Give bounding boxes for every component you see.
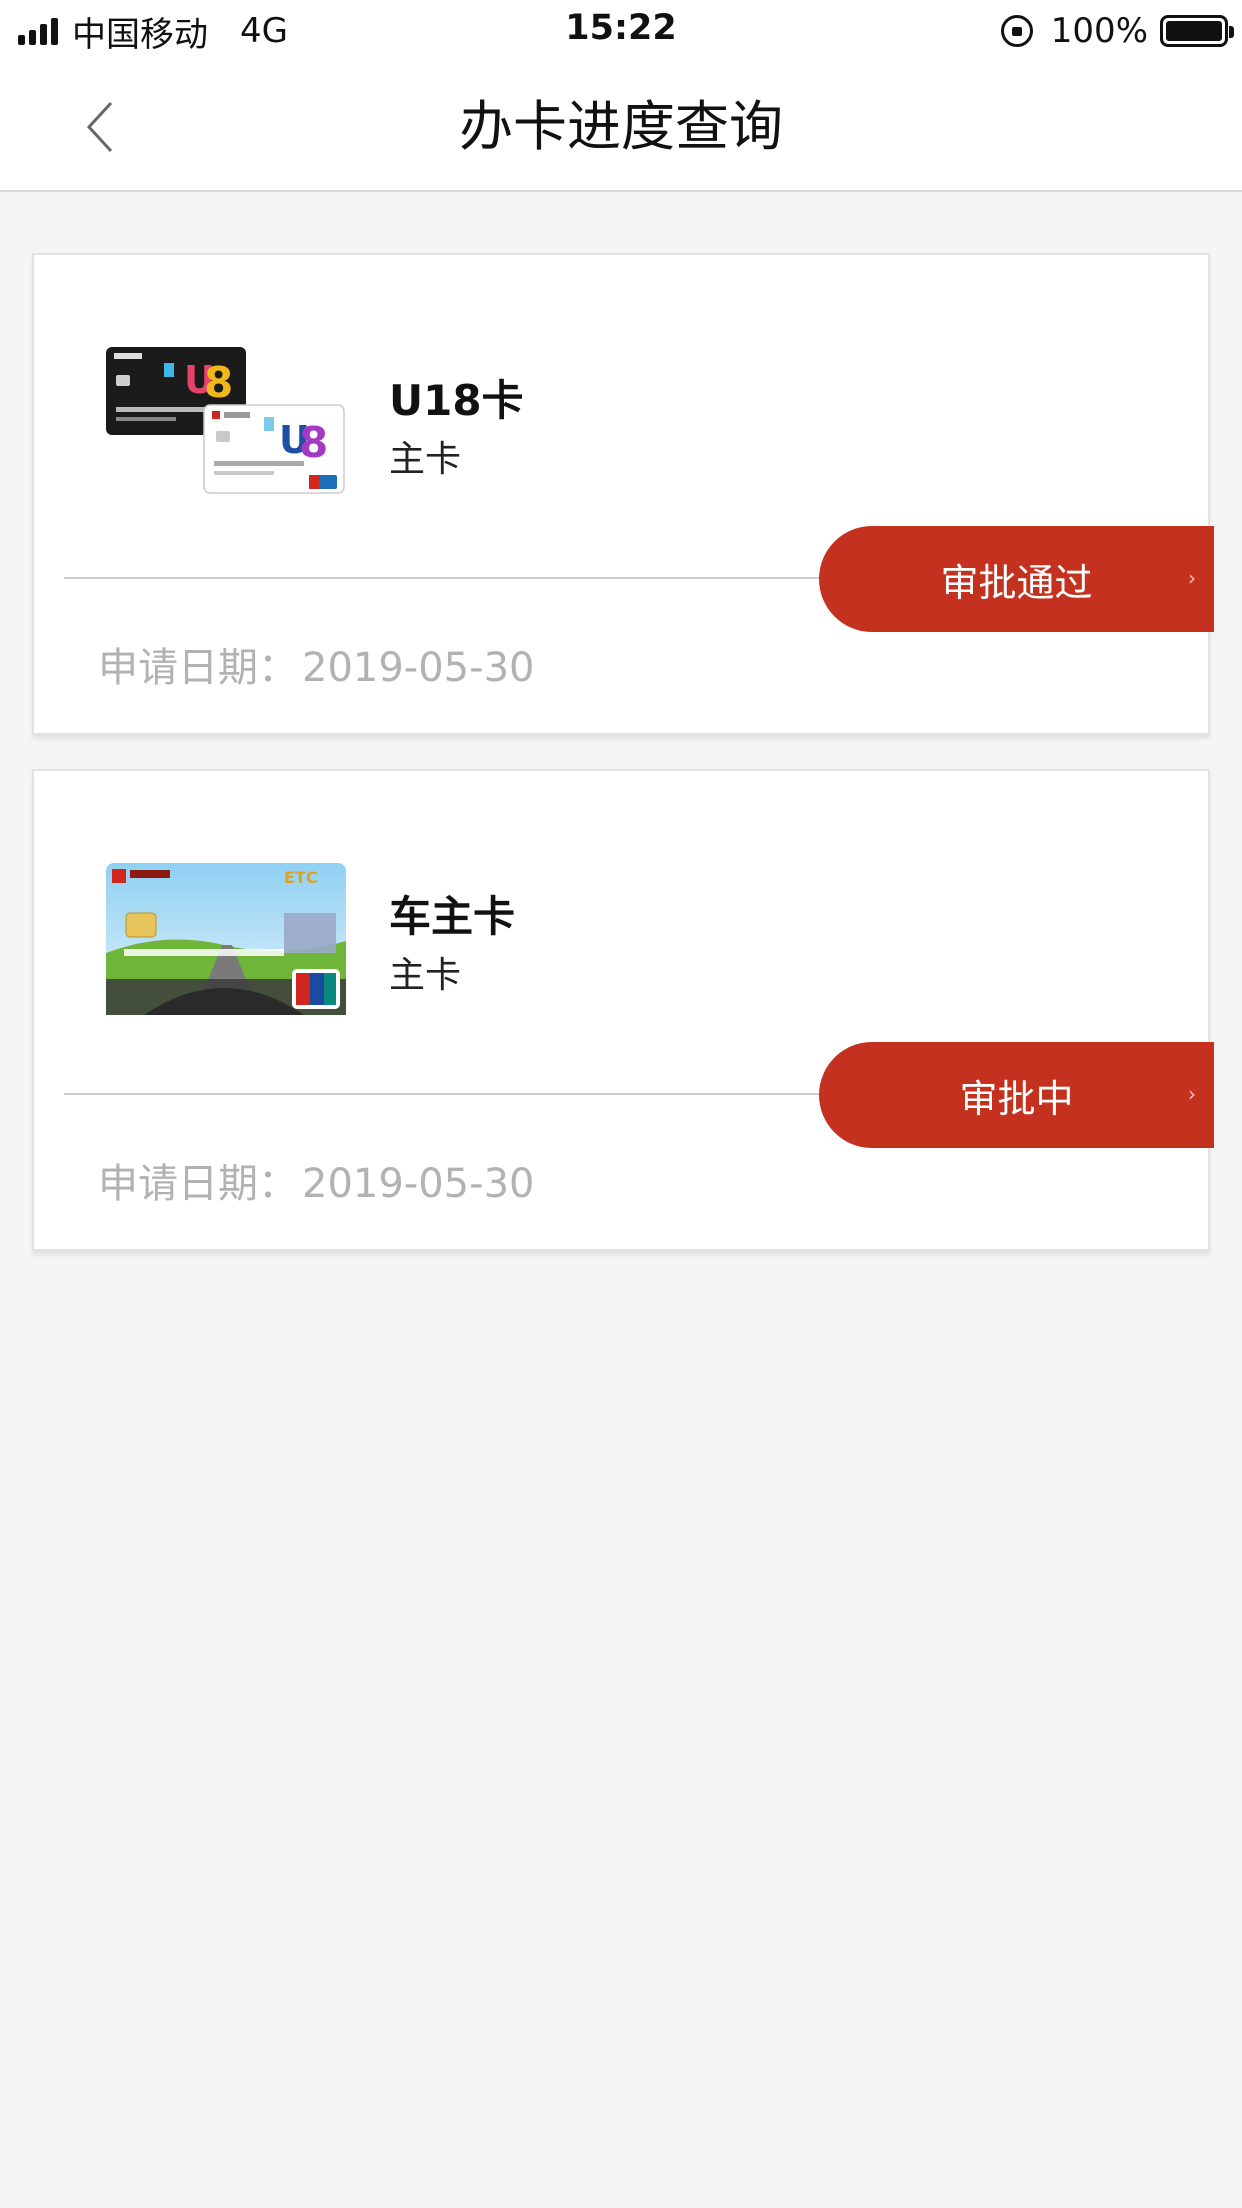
car-owner-card-image: ETC xyxy=(106,863,346,1015)
card-name: U18卡 xyxy=(389,376,524,425)
page-title: 办卡进度查询 xyxy=(459,95,783,158)
nav-bar: 办卡进度查询 xyxy=(0,62,1242,192)
rotation-lock-icon xyxy=(1000,15,1033,47)
status-bar: 中国移动 4G 15:22 100% xyxy=(0,0,1242,62)
battery-percent: 100% xyxy=(1050,11,1148,51)
svg-text:8: 8 xyxy=(204,358,233,407)
card-name: 车主卡 xyxy=(389,892,516,941)
apply-date: 申请日期： 2019-05-30 xyxy=(98,1151,534,1209)
status-label: 审批通过 xyxy=(940,560,1093,605)
divider xyxy=(64,577,820,579)
battery-icon xyxy=(1160,15,1234,47)
card-type: 主卡 xyxy=(389,955,462,996)
apply-date-label: 申请日期： xyxy=(98,645,298,691)
card-type: 主卡 xyxy=(389,439,462,480)
application-card[interactable]: ETC 车主卡 主卡 审批中 › 申请日期： 2019-05-30 xyxy=(32,769,1214,1251)
u18-card-image: U 8 U 8 xyxy=(106,347,345,494)
svg-text:8: 8 xyxy=(299,418,328,467)
chevron-right-icon: › xyxy=(1188,566,1196,590)
status-bar-right: 100% xyxy=(1000,10,1234,52)
apply-date: 申请日期： 2019-05-30 xyxy=(98,635,534,693)
status-button-approved[interactable]: 审批通过 › xyxy=(819,526,1214,632)
application-card[interactable]: U 8 U 8 U18卡 主卡 审批通过 › 申请日期： 2019-05-30 xyxy=(32,253,1214,735)
apply-date-value: 2019-05-30 xyxy=(302,1161,535,1207)
status-button-in-review[interactable]: 审批中 › xyxy=(819,1042,1214,1148)
chevron-right-icon: › xyxy=(1188,1082,1196,1106)
apply-date-label: 申请日期： xyxy=(98,1161,298,1207)
status-label: 审批中 xyxy=(959,1076,1074,1121)
divider xyxy=(64,1093,820,1095)
apply-date-value: 2019-05-30 xyxy=(302,645,535,691)
svg-text:ETC: ETC xyxy=(284,868,318,887)
